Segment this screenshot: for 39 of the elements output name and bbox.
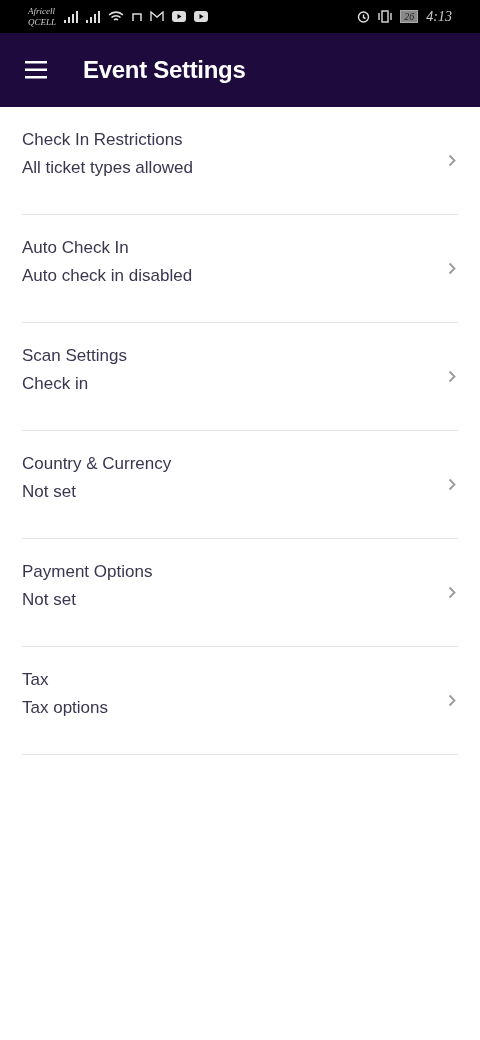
carrier-name: QCELL [28, 16, 56, 28]
menu-button[interactable] [25, 60, 49, 80]
chevron-right-icon [448, 478, 456, 491]
settings-item[interactable]: Tax Tax options [22, 647, 458, 755]
settings-item[interactable]: Payment Options Not set [22, 539, 458, 647]
carrier-name: Africell [28, 5, 56, 17]
setting-value: Tax options [22, 697, 108, 718]
bracket-icon [132, 12, 142, 21]
mail-icon [150, 11, 164, 22]
setting-title: Tax [22, 669, 50, 690]
alarm-icon [357, 10, 371, 23]
clock-time: 4:13 [426, 8, 452, 25]
battery-level: 26 [400, 10, 419, 23]
play-icon [172, 11, 186, 22]
page-title: Event Settings [83, 56, 246, 84]
settings-item[interactable]: Auto Check In Auto check in disabled [22, 215, 458, 323]
setting-value: Auto check in disabled [22, 265, 193, 286]
settings-item[interactable]: Country & Currency Not set [22, 431, 458, 539]
setting-value: Check in [22, 373, 90, 394]
setting-title: Scan Settings [22, 345, 127, 366]
setting-title: Auto Check In [22, 237, 130, 258]
chevron-right-icon [448, 370, 456, 383]
setting-value: Not set [22, 481, 77, 502]
chevron-right-icon [448, 586, 456, 599]
settings-item[interactable]: Check In Restrictions All ticket types allowed [22, 107, 458, 215]
setting-title: Payment Options [22, 561, 153, 582]
signal-icon [64, 10, 78, 23]
setting-value: All ticket types allowed [22, 157, 194, 178]
settings-item[interactable]: Scan Settings Check in [22, 323, 458, 431]
setting-title: Country & Currency [22, 453, 172, 474]
setting-value: Not set [22, 589, 77, 610]
vibrate-icon [378, 10, 393, 23]
chevron-right-icon [448, 154, 456, 167]
wifi-icon [108, 10, 124, 23]
setting-title: Check In Restrictions [22, 129, 184, 150]
chevron-right-icon [448, 694, 456, 707]
play-icon [194, 11, 208, 22]
signal-icon [86, 10, 100, 23]
chevron-right-icon [448, 262, 456, 275]
